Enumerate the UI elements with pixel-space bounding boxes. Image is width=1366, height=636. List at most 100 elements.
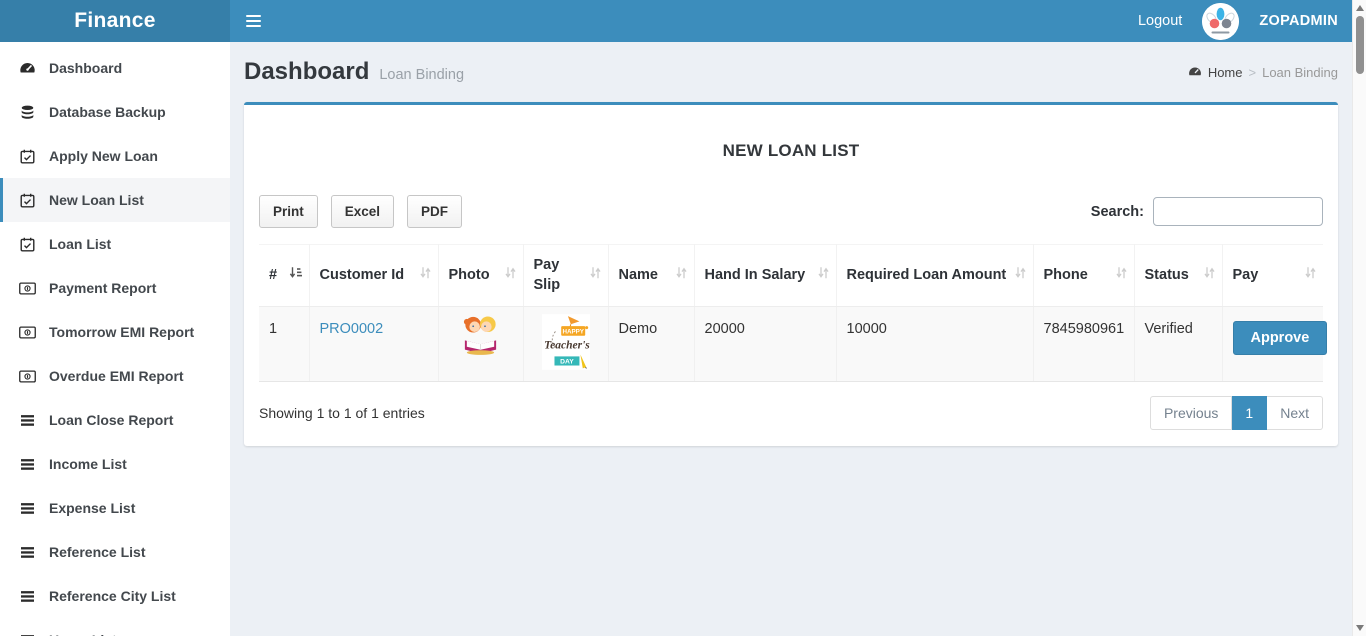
column-header-photo[interactable]: Photo	[438, 245, 523, 307]
sidebar-item-database-backup[interactable]: Database Backup	[0, 90, 230, 134]
navbar: Logout ZOPADMIN	[230, 0, 1366, 42]
sort-icon	[1116, 266, 1127, 286]
sidebar-item-loan-close-report[interactable]: Loan Close Report	[0, 398, 230, 442]
loan-list-panel: NEW LOAN LIST Print Excel PDF Search:	[244, 102, 1338, 446]
cell-required-loan-amount: 10000	[836, 307, 1033, 382]
sidebar-item-reference-list[interactable]: Reference List	[0, 530, 230, 574]
cell-index: 1	[259, 307, 309, 382]
database-icon	[18, 104, 36, 121]
sidebar-item-label: Dashboard	[49, 60, 122, 76]
sidebar-toggle-icon[interactable]	[246, 15, 261, 27]
column-header-customer-id[interactable]: Customer Id	[309, 245, 438, 307]
column-header-phone[interactable]: Phone	[1033, 245, 1134, 307]
bars-icon	[18, 500, 36, 517]
breadcrumb: Home > Loan Binding	[1188, 65, 1338, 80]
sidebar-item-label: Loan List	[49, 236, 111, 252]
sidebar-item-payment-report[interactable]: Payment Report	[0, 266, 230, 310]
bars-icon	[18, 412, 36, 429]
column-header-status[interactable]: Status	[1134, 245, 1222, 307]
svg-text:Teacher's: Teacher's	[544, 340, 590, 352]
sidebar-item-label: Overdue EMI Report	[49, 368, 184, 384]
pagination-next-button[interactable]: Next	[1267, 396, 1323, 430]
customer-photo[interactable]	[457, 314, 504, 355]
money-icon	[18, 280, 36, 297]
cell-status: Verified	[1134, 307, 1222, 382]
calendar-check-icon	[18, 236, 36, 253]
sidebar-item-label: Reference List	[49, 544, 145, 560]
logout-link[interactable]: Logout	[1138, 13, 1182, 29]
vertical-scrollbar[interactable]	[1352, 0, 1366, 636]
sort-icon	[420, 266, 431, 286]
brand-logo[interactable]: Finance	[0, 0, 230, 42]
avatar[interactable]	[1202, 3, 1239, 40]
page-title: Dashboard Loan Binding	[244, 58, 464, 86]
cell-pay: Approve	[1222, 307, 1323, 382]
content-area: Dashboard Loan Binding Home > Loan Bindi…	[230, 42, 1366, 636]
column-header-required-loan-amount[interactable]: Required Loan Amount	[836, 245, 1033, 307]
money-icon	[18, 368, 36, 385]
sidebar-item-tomorrow-emi-report[interactable]: Tomorrow EMI Report	[0, 310, 230, 354]
table-row: 1 PRO0002	[259, 307, 1323, 382]
sidebar-item-label: Tomorrow EMI Report	[49, 324, 194, 340]
svg-text:DAY: DAY	[560, 359, 574, 366]
print-button[interactable]: Print	[259, 195, 318, 228]
sidebar-item-label: Expense List	[49, 500, 135, 516]
svg-text:HAPPY: HAPPY	[562, 328, 584, 335]
sidebar-item-overdue-emi-report[interactable]: Overdue EMI Report	[0, 354, 230, 398]
pagination-previous-button[interactable]: Previous	[1150, 396, 1232, 430]
excel-button[interactable]: Excel	[331, 195, 394, 228]
scroll-up-arrow-icon[interactable]	[1356, 5, 1364, 11]
column-header-index[interactable]: #	[259, 245, 309, 307]
table-header-row: # Customer Id Photo	[259, 245, 1323, 307]
bars-icon	[18, 588, 36, 605]
top-navbar: Finance Logout ZOPADMIN	[0, 0, 1366, 42]
column-header-name[interactable]: Name	[608, 245, 694, 307]
cell-pay-slip: HAPPY Teacher's DAY	[523, 307, 608, 382]
sidebar-item-label: Users List	[49, 632, 117, 636]
company-logo-icon	[1202, 3, 1239, 40]
sidebar: Dashboard Database Backup Apply New Loan…	[0, 42, 230, 636]
column-header-hand-in-salary[interactable]: Hand In Salary	[694, 245, 836, 307]
column-header-pay[interactable]: Pay	[1222, 245, 1323, 307]
brand-label: Finance	[74, 9, 155, 33]
sort-asc-icon	[289, 266, 302, 286]
gauge-icon	[1188, 65, 1202, 79]
table-footer: Showing 1 to 1 of 1 entries Previous 1 N…	[259, 396, 1323, 430]
page-title-text: Dashboard	[244, 58, 369, 86]
sidebar-item-reference-city-list[interactable]: Reference City List	[0, 574, 230, 618]
search-label: Search:	[1091, 204, 1144, 220]
sidebar-item-dashboard[interactable]: Dashboard	[0, 46, 230, 90]
export-buttons: Print Excel PDF	[259, 195, 462, 228]
search-control: Search:	[1091, 197, 1323, 226]
pagination-page-1-button[interactable]: 1	[1232, 396, 1267, 430]
calendar-check-icon	[18, 192, 36, 209]
bars-icon	[18, 632, 36, 636]
scroll-down-arrow-icon[interactable]	[1356, 625, 1364, 631]
sidebar-item-apply-new-loan[interactable]: Apply New Loan	[0, 134, 230, 178]
scrollbar-thumb[interactable]	[1356, 16, 1364, 74]
pdf-button[interactable]: PDF	[407, 195, 462, 228]
sort-icon	[1204, 266, 1215, 286]
calendar-check-icon	[18, 148, 36, 165]
sidebar-item-label: Database Backup	[49, 104, 166, 120]
cell-name: Demo	[608, 307, 694, 382]
sort-icon	[1015, 266, 1026, 286]
approve-button[interactable]: Approve	[1233, 321, 1328, 355]
pay-slip-image[interactable]: HAPPY Teacher's DAY	[542, 314, 590, 370]
breadcrumb-home-link[interactable]: Home	[1208, 65, 1243, 80]
panel-title: NEW LOAN LIST	[259, 141, 1323, 161]
sidebar-item-label: Payment Report	[49, 280, 156, 296]
gauge-icon	[18, 60, 36, 77]
sidebar-item-loan-list[interactable]: Loan List	[0, 222, 230, 266]
showing-entries-label: Showing 1 to 1 of 1 entries	[259, 405, 425, 421]
customer-id-link[interactable]: PRO0002	[320, 321, 384, 337]
sidebar-item-new-loan-list[interactable]: New Loan List	[0, 178, 230, 222]
sidebar-item-users-list[interactable]: Users List	[0, 618, 230, 636]
column-header-pay-slip[interactable]: Pay Slip	[523, 245, 608, 307]
sidebar-item-expense-list[interactable]: Expense List	[0, 486, 230, 530]
sidebar-item-income-list[interactable]: Income List	[0, 442, 230, 486]
username-label: ZOPADMIN	[1259, 13, 1338, 29]
cell-hand-in-salary: 20000	[694, 307, 836, 382]
search-input[interactable]	[1153, 197, 1323, 226]
sort-icon	[818, 266, 829, 286]
